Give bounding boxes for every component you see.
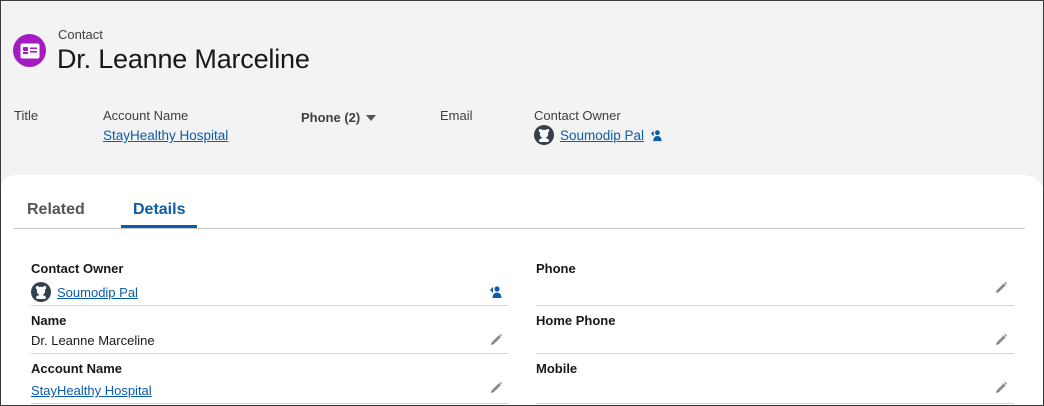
field-account-name: Account Name StayHealthy Hospital xyxy=(31,361,509,405)
field-divider xyxy=(536,305,1014,306)
field-divider xyxy=(536,353,1014,354)
phone-dropdown-button[interactable]: Phone (2) xyxy=(301,110,377,125)
change-owner-icon[interactable] xyxy=(650,129,663,142)
edit-pencil-icon[interactable] xyxy=(489,381,503,395)
contact-owner-link[interactable]: Soumodip Pal xyxy=(57,285,138,300)
highlight-email-label: Email xyxy=(440,108,473,123)
field-label: Contact Owner xyxy=(31,261,124,276)
caret-down-icon xyxy=(366,115,377,121)
field-phone: Phone xyxy=(536,261,1014,307)
edit-pencil-icon[interactable] xyxy=(489,333,503,347)
object-label: Contact xyxy=(58,27,103,42)
field-label: Mobile xyxy=(536,361,578,376)
edit-pencil-icon[interactable] xyxy=(994,381,1008,395)
phone-dropdown-label: Phone (2) xyxy=(301,110,361,125)
details-card: Related Details Contact Owner Soumodip P… xyxy=(1,175,1043,405)
field-value: Soumodip Pal xyxy=(31,282,138,302)
field-name: Name Dr. Leanne Marceline xyxy=(31,313,509,355)
field-label: Account Name xyxy=(31,361,123,376)
edit-pencil-icon[interactable] xyxy=(994,281,1008,295)
highlight-owner: Soumodip Pal xyxy=(534,125,663,145)
highlight-account-link[interactable]: StayHealthy Hospital xyxy=(103,128,228,143)
change-owner-icon[interactable] xyxy=(489,285,503,299)
highlight-owner-label: Contact Owner xyxy=(534,108,621,123)
highlight-owner-link[interactable]: Soumodip Pal xyxy=(560,128,644,143)
field-value: Dr. Leanne Marceline xyxy=(31,333,155,348)
edit-pencil-icon[interactable] xyxy=(994,333,1008,347)
contact-card-icon xyxy=(13,34,46,67)
tabs-divider xyxy=(14,228,1025,229)
record-title: Dr. Leanne Marceline xyxy=(57,44,310,74)
field-divider xyxy=(31,353,509,354)
field-divider xyxy=(31,403,509,404)
avatar xyxy=(534,125,554,145)
field-label: Phone xyxy=(536,261,576,276)
tab-related[interactable]: Related xyxy=(27,201,85,219)
record-page: Contact Dr. Leanne Marceline Title Accou… xyxy=(0,0,1044,406)
field-mobile: Mobile xyxy=(536,361,1014,405)
highlight-title-label: Title xyxy=(14,108,39,123)
field-value: StayHealthy Hospital xyxy=(31,383,152,398)
tab-details[interactable]: Details xyxy=(133,201,185,219)
account-name-link[interactable]: StayHealthy Hospital xyxy=(31,383,152,398)
field-home-phone: Home Phone xyxy=(536,313,1014,355)
field-label: Name xyxy=(31,313,67,328)
field-divider xyxy=(536,403,1014,404)
highlight-account-label: Account Name xyxy=(103,108,189,123)
avatar xyxy=(31,282,51,302)
field-contact-owner: Contact Owner Soumodip Pal xyxy=(31,261,509,307)
field-label: Home Phone xyxy=(536,313,616,328)
field-divider xyxy=(31,305,509,306)
